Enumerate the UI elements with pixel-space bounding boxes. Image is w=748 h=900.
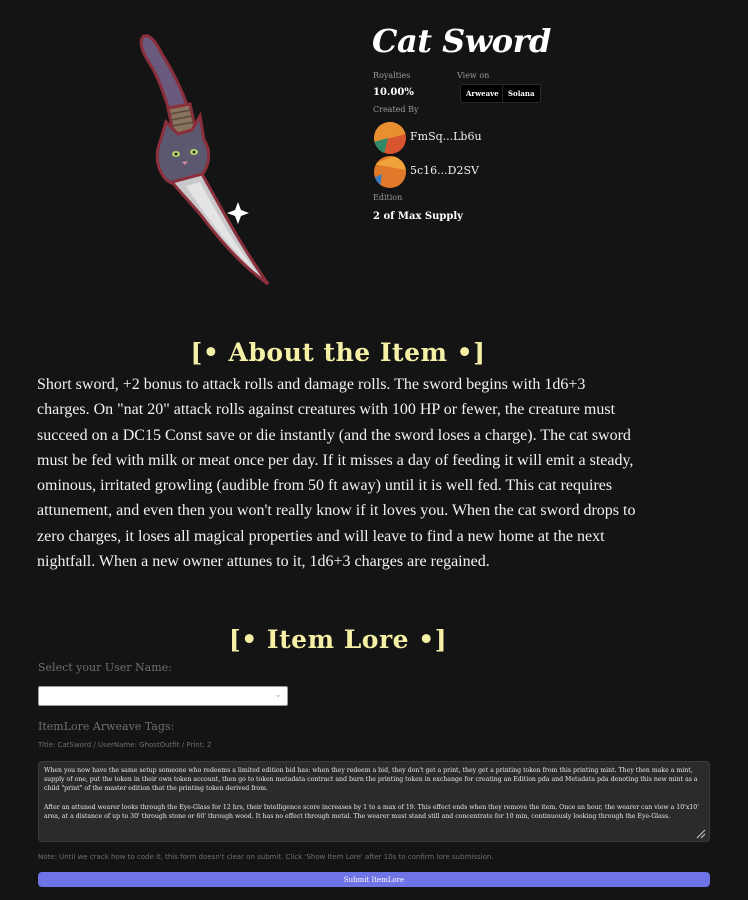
royalties-label: Royalties bbox=[373, 71, 411, 80]
creator-name[interactable]: 5c16...D2SV bbox=[410, 164, 479, 177]
edition-value: 2 of Max Supply bbox=[373, 211, 463, 222]
lore-textarea[interactable]: When you now have the same setup someone… bbox=[38, 761, 710, 842]
resize-handle-icon[interactable] bbox=[696, 829, 706, 839]
edition-label: Edition bbox=[373, 193, 403, 202]
username-label: Select your User Name: bbox=[38, 661, 172, 674]
submit-lore-button[interactable]: Submit ItemLore bbox=[38, 872, 710, 887]
lore-paragraph: After an attuned wearer looks through th… bbox=[44, 803, 699, 820]
view-on-label: View on bbox=[457, 71, 490, 80]
cat-sword-icon bbox=[130, 30, 280, 290]
item-description: Short sword, +2 bonus to attack rolls an… bbox=[37, 376, 636, 571]
creator-avatar[interactable] bbox=[374, 122, 406, 154]
creator-name[interactable]: FmSq...Lb6u bbox=[410, 130, 482, 143]
created-by-label: Created By bbox=[373, 105, 419, 114]
tags-label: ItemLore Arweave Tags: bbox=[38, 720, 175, 733]
form-note: Note: Until we crack how to code it, thi… bbox=[38, 853, 494, 861]
lore-paragraph: When you now have the same setup someone… bbox=[44, 767, 698, 793]
royalties-value: 10.00% bbox=[373, 87, 414, 98]
username-select[interactable]: ⌄ bbox=[38, 686, 288, 706]
item-title: Cat Sword bbox=[372, 22, 551, 60]
about-heading: [• About the Item •] bbox=[190, 338, 486, 367]
creator-avatar[interactable] bbox=[374, 156, 406, 188]
solana-button[interactable]: Solana bbox=[502, 84, 541, 103]
tags-value: Title: CatSword / UserName: GhostOutfit … bbox=[38, 741, 212, 749]
chevron-down-icon: ⌄ bbox=[274, 690, 282, 700]
arweave-button[interactable]: Arweave bbox=[460, 84, 505, 103]
lore-heading: [• Item Lore •] bbox=[228, 625, 448, 654]
